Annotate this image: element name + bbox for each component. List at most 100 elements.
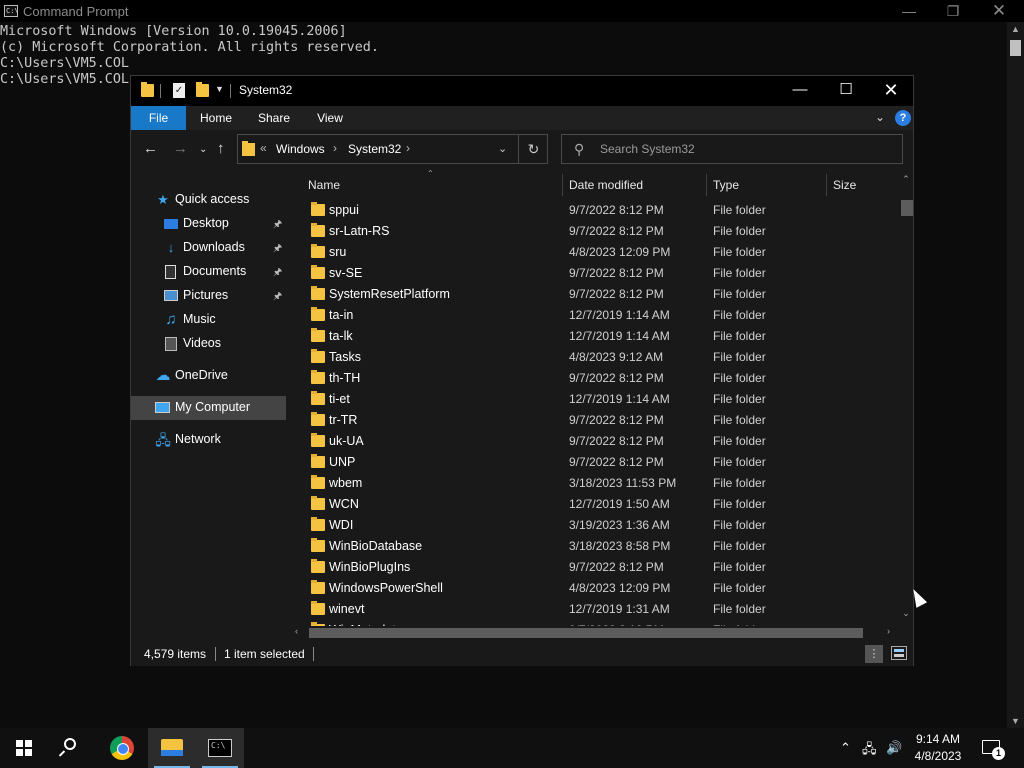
tab-view[interactable]: View [307,106,353,130]
cmd-scroll-up-arrow-icon[interactable]: ▲ [1007,24,1024,34]
nav-item-my-computer[interactable]: My Computer [131,396,286,420]
file-list-pane[interactable]: ⌃ Name Date modified Type Size sppui 9/7/… [291,169,913,640]
file-row[interactable]: sr-Latn-RS 9/7/2022 8:12 PM File folder [291,221,903,242]
file-row[interactable]: WDI 3/19/2023 1:36 AM File folder [291,515,903,536]
nav-item-downloads[interactable]: ↓ Downloads 🖈 [131,236,286,260]
file-row[interactable]: WinBioPlugIns 9/7/2022 8:12 PM File folder [291,557,903,578]
taskbar-chrome-button[interactable] [98,728,146,768]
explorer-close-button[interactable]: ✕ [868,76,914,106]
column-divider[interactable] [706,174,707,196]
network-status-icon[interactable]: 🖧 [862,740,877,762]
breadcrumb-windows[interactable]: Windows [276,142,325,156]
scroll-down-arrow-icon[interactable]: ⌄ [899,608,913,619]
volume-icon[interactable]: 🔊 [886,740,902,756]
cmd-titlebar[interactable]: C:\ Command Prompt — ❐ ✕ [0,0,1024,22]
breadcrumb-system32[interactable]: System32 [348,142,401,156]
help-icon[interactable]: ? [895,110,911,126]
vertical-scrollbar[interactable]: ⌃ ⌄ [899,172,913,626]
column-header-name[interactable]: Name [308,178,340,192]
expand-ribbon-chevron-icon[interactable]: ⌄ [875,110,885,124]
cmd-scrollbar[interactable]: ▲ ▼ [1007,22,1024,728]
taskbar-command-prompt-button[interactable]: C:\ [196,728,244,768]
taskbar-search-button[interactable] [48,728,96,768]
horizontal-scrollbar[interactable]: ‹ › [291,626,899,640]
explorer-maximize-button[interactable]: ☐ [823,76,869,106]
file-row[interactable]: SystemResetPlatform 9/7/2022 8:12 PM File … [291,284,903,305]
nav-item-documents[interactable]: Documents 🖈 [131,260,286,284]
file-row[interactable]: ta-in 12/7/2019 1:14 AM File folder [291,305,903,326]
pin-icon[interactable]: 🖈 [273,289,282,306]
file-row[interactable]: ta-lk 12/7/2019 1:14 AM File folder [291,326,903,347]
nav-item-music[interactable]: ♫ Music [131,308,286,332]
file-row[interactable]: WindowsPowerShell 4/8/2023 12:09 PM File f… [291,578,903,599]
file-row[interactable]: sppui 9/7/2022 8:12 PM File folder [291,200,903,221]
scroll-left-arrow-icon[interactable]: ‹ [295,626,298,636]
cmd-scroll-down-arrow-icon[interactable]: ▼ [1007,716,1024,726]
column-header-date-modified[interactable]: Date modified [569,178,643,192]
search-input[interactable] [600,140,890,158]
column-header-size[interactable]: Size [833,178,856,192]
quick-access-toolbar-dropdown-icon[interactable]: ▼ [215,84,224,94]
file-row[interactable]: WCN 12/7/2019 1:50 AM File folder [291,494,903,515]
file-name: UNP [329,455,356,469]
taskbar-file-explorer-button[interactable] [148,728,196,768]
column-header-type[interactable]: Type [713,178,739,192]
column-divider[interactable] [562,174,563,196]
breadcrumb-chevron-icon[interactable]: › [333,141,337,155]
pin-icon[interactable]: 🖈 [273,217,282,234]
search-box[interactable]: ⚲ [561,134,903,164]
tab-share[interactable]: Share [251,106,297,130]
up-arrow-icon[interactable]: ↑ [217,140,225,157]
address-history-chevron-down-icon[interactable]: ⌄ [498,142,507,155]
breadcrumb-chevron-icon[interactable]: › [406,141,410,155]
file-row[interactable]: ti-et 12/7/2019 1:14 AM File folder [291,389,903,410]
new-folder-icon[interactable] [196,82,209,97]
file-row[interactable]: uk-UA 9/7/2022 8:12 PM File folder [291,431,903,452]
file-row[interactable]: UNP 9/7/2022 8:12 PM File folder [291,452,903,473]
nav-item-onedrive[interactable]: ☁ OneDrive [131,364,286,388]
file-row[interactable]: wbem 3/18/2023 11:53 PM File folder [291,473,903,494]
show-hidden-icons-chevron-up-icon[interactable]: ⌃ [840,740,851,756]
clock-date[interactable]: 4/8/2023 [910,749,966,763]
address-bar[interactable]: « Windows › System32 › ⌄ ↻ [237,134,548,164]
horizontal-scroll-thumb[interactable] [309,628,863,638]
address-overflow-icon[interactable]: « [260,141,267,155]
navigation-pane[interactable]: ★ Quick access Desktop 🖈 ↓ Downloads 🖈 D… [131,172,291,640]
tab-file[interactable]: File [131,106,186,130]
cmd-minimize-button[interactable]: — [886,0,932,22]
nav-item-pictures[interactable]: Pictures 🖈 [131,284,286,308]
vertical-scroll-thumb[interactable] [901,200,913,216]
pin-icon[interactable]: 🖈 [273,241,282,258]
scroll-up-arrow-icon[interactable]: ⌃ [899,174,913,185]
cmd-close-button[interactable]: ✕ [976,0,1022,22]
start-button[interactable] [0,728,48,768]
tab-home[interactable]: Home [193,106,239,130]
scroll-right-arrow-icon[interactable]: › [887,626,890,636]
file-explorer-window[interactable]: ✓ ▼ System32 — ☐ ✕ File Home Share View … [130,75,914,666]
file-row[interactable]: sru 4/8/2023 12:09 PM File folder [291,242,903,263]
details-view-icon[interactable]: ⋮ [865,645,883,663]
explorer-titlebar[interactable]: ✓ ▼ System32 — ☐ ✕ [131,76,913,106]
cmd-maximize-button[interactable]: ❐ [930,0,976,22]
file-row[interactable]: Tasks 4/8/2023 9:12 AM File folder [291,347,903,368]
properties-icon[interactable]: ✓ [173,83,185,98]
cmd-scroll-thumb[interactable] [1010,40,1021,56]
back-arrow-icon[interactable]: ← [143,140,158,157]
refresh-icon[interactable]: ↻ [518,135,548,163]
nav-item-quick-access[interactable]: ★ Quick access [131,188,286,212]
column-divider[interactable] [826,174,827,196]
large-icons-view-icon[interactable] [891,646,907,660]
recent-locations-chevron-down-icon[interactable]: ⌄ [199,144,207,155]
clock-time[interactable]: 9:14 AM [910,732,966,746]
file-row[interactable]: th-TH 9/7/2022 8:12 PM File folder [291,368,903,389]
file-row[interactable]: winevt 12/7/2019 1:31 AM File folder [291,599,903,620]
nav-item-videos[interactable]: Videos [131,332,286,356]
file-row[interactable]: WinBioDatabase 3/18/2023 8:58 PM File fold… [291,536,903,557]
pin-icon[interactable]: 🖈 [273,265,282,282]
forward-arrow-icon[interactable]: → [173,140,188,157]
nav-item-desktop[interactable]: Desktop 🖈 [131,212,286,236]
nav-item-network[interactable]: 🖧 Network [131,428,286,452]
explorer-minimize-button[interactable]: — [777,76,823,106]
file-row[interactable]: sv-SE 9/7/2022 8:12 PM File folder [291,263,903,284]
file-row[interactable]: tr-TR 9/7/2022 8:12 PM File folder [291,410,903,431]
